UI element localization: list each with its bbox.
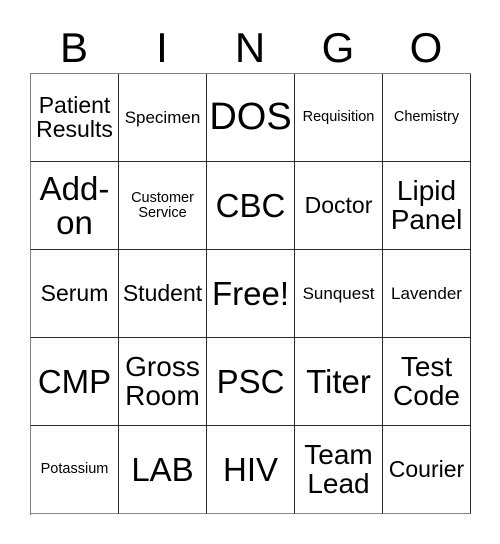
bingo-cell-label: Requisition: [302, 109, 375, 126]
bingo-header-letter-i: I: [156, 24, 168, 71]
bingo-cell-label: Chemistry: [393, 109, 460, 126]
bingo-cell-label: Serum: [40, 279, 109, 306]
bingo-cell-chemistry[interactable]: Chemistry: [383, 74, 471, 162]
bingo-cell-doctor[interactable]: Doctor: [295, 162, 383, 250]
bingo-cell-label: Potassium: [40, 461, 109, 478]
bingo-cell-lavender[interactable]: Lavender: [383, 250, 471, 338]
bingo-cell-label: Free!: [211, 274, 290, 312]
bingo-cell-label: Gross Room: [125, 350, 200, 411]
bingo-cell-potassium[interactable]: Potassium: [31, 426, 119, 514]
bingo-cell-cmp[interactable]: CMP: [31, 338, 119, 426]
bingo-cell-label: Specimen: [124, 107, 201, 127]
bingo-cell-label: Test Code: [393, 350, 460, 411]
bingo-cell-label: Patient Results: [36, 92, 113, 142]
bingo-cell-lab[interactable]: LAB: [119, 426, 207, 514]
bingo-cell-free-space[interactable]: Free!: [207, 250, 295, 338]
bingo-cell-cbc[interactable]: CBC: [207, 162, 295, 250]
bingo-cell-label: Team Lead: [304, 438, 373, 499]
bingo-cell-label: Titer: [306, 362, 371, 400]
bingo-header-letter-b: B: [59, 24, 88, 71]
bingo-cell-psc[interactable]: PSC: [207, 338, 295, 426]
bingo-cell-label: Customer Service: [131, 189, 194, 221]
bingo-header-row: B I N G O: [30, 16, 470, 71]
bingo-header-letter-g: G: [321, 24, 355, 71]
bingo-cell-team-lead[interactable]: Team Lead: [295, 426, 383, 514]
bingo-cell-serum[interactable]: Serum: [31, 250, 119, 338]
bingo-cell-gross-room[interactable]: Gross Room: [119, 338, 207, 426]
bingo-cell-label: DOS: [209, 96, 292, 139]
bingo-cell-label: PSC: [216, 362, 285, 400]
bingo-cell-patient-results[interactable]: Patient Results: [31, 74, 119, 162]
bingo-cell-label: Student: [122, 279, 203, 306]
bingo-cell-label: Add- on: [39, 169, 110, 241]
bingo-cell-label: Sunquest: [302, 283, 375, 303]
bingo-cell-label: CMP: [37, 362, 112, 400]
bingo-cell-courier[interactable]: Courier: [383, 426, 471, 514]
bingo-cell-label: Courier: [388, 455, 465, 482]
bingo-cell-label: CBC: [215, 186, 286, 224]
bingo-cell-titer[interactable]: Titer: [295, 338, 383, 426]
bingo-card: B I N G O Patient Results Specimen DOS Requ…: [0, 0, 500, 544]
bingo-cell-student[interactable]: Student: [119, 250, 207, 338]
bingo-cell-label: Lavender: [391, 283, 462, 303]
bingo-header-letter-o: O: [409, 24, 443, 71]
bingo-cell-label: HIV: [222, 450, 278, 488]
bingo-grid: Patient Results Specimen DOS Requisition Che…: [30, 73, 471, 515]
bingo-cell-requisition[interactable]: Requisition: [295, 74, 383, 162]
bingo-cell-label: Lipid Panel: [390, 174, 463, 235]
bingo-cell-lipid-panel[interactable]: Lipid Panel: [383, 162, 471, 250]
bingo-cell-customer-service[interactable]: Customer Service: [119, 162, 207, 250]
bingo-cell-dos[interactable]: DOS: [207, 74, 295, 162]
bingo-cell-test-code[interactable]: Test Code: [383, 338, 471, 426]
bingo-cell-label: LAB: [131, 450, 194, 488]
bingo-cell-specimen[interactable]: Specimen: [119, 74, 207, 162]
bingo-cell-hiv[interactable]: HIV: [207, 426, 295, 514]
bingo-cell-add-on[interactable]: Add- on: [31, 162, 119, 250]
bingo-cell-label: Doctor: [304, 191, 373, 218]
bingo-cell-sunquest[interactable]: Sunquest: [295, 250, 383, 338]
bingo-header-letter-n: N: [234, 24, 266, 71]
